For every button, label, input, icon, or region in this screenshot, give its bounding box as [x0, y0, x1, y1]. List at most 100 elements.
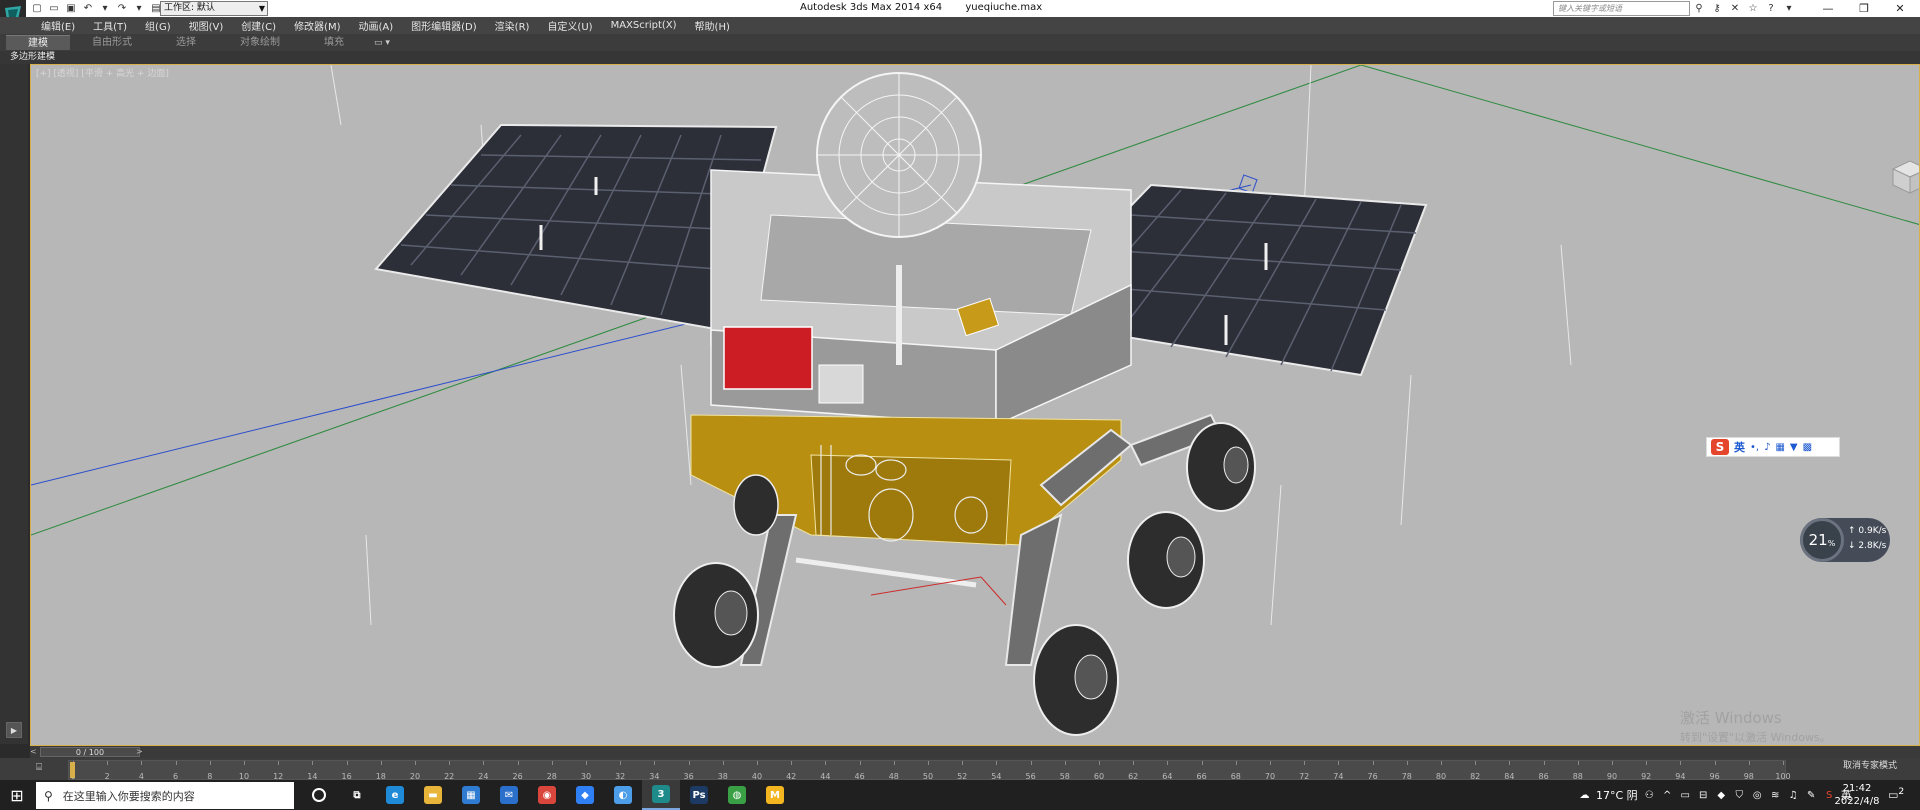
timeline-tick [107, 761, 109, 765]
taskbar-app-feishu[interactable]: ◆ [566, 780, 604, 810]
time-slider-thumb[interactable]: 0 / 100 [40, 747, 140, 757]
clock-date: 2022/4/8 [1834, 796, 1880, 807]
keyboard-icon[interactable]: ▦ [1775, 442, 1784, 453]
timeline-tick [1235, 761, 1237, 765]
app-tray-icon-1[interactable]: ◆ [1715, 789, 1728, 802]
undo-dropdown-icon[interactable]: ▾ [98, 2, 112, 16]
menu-view[interactable]: 视图(V) [180, 18, 233, 33]
toolbox-icon[interactable]: ▩ [1803, 442, 1812, 453]
menu-help[interactable]: 帮助(H) [686, 18, 739, 33]
menu-animation[interactable]: 动画(A) [350, 18, 403, 33]
time-slider-track[interactable] [30, 746, 1920, 758]
notification-center-icon[interactable]: ▭2 [1888, 786, 1908, 806]
viewport-label[interactable]: [+] [透视] [平滑 + 高光 + 边面] [36, 66, 169, 79]
tab-object-paint[interactable]: 对象绘制 [218, 35, 302, 50]
taskbar-app-app-blue[interactable]: ◐ [604, 780, 642, 810]
timeline-tick [1372, 761, 1374, 765]
menu-create[interactable]: 创建(C) [232, 18, 285, 33]
taskbar-search-input[interactable]: ⚲ 在这里输入你要搜索的内容 [36, 782, 294, 809]
sogou-logo-icon[interactable]: S [1711, 439, 1729, 455]
edge-icon: e [386, 786, 404, 804]
app-tray-icon-2[interactable]: ◎ [1751, 789, 1764, 802]
current-frame-marker[interactable] [70, 762, 75, 778]
menu-rendering[interactable]: 渲染(R) [486, 18, 539, 33]
punctuation-icon[interactable]: •, [1750, 442, 1759, 453]
ribbon-tabs: 建模 自由形式 选择 对象绘制 填充 ▭ ▾ [0, 34, 1920, 51]
taskbar-app-mail[interactable]: ✉ [490, 780, 528, 810]
binoculars-icon[interactable]: ⚲ [1692, 2, 1706, 16]
redo-icon[interactable]: ↷ [115, 2, 129, 16]
wifi-icon[interactable]: ≋ [1769, 789, 1782, 802]
tab-freeform[interactable]: 自由形式 [70, 35, 154, 50]
mini-curve-editor-icon[interactable]: ⌸ [36, 762, 54, 776]
help-icon[interactable]: ? [1764, 2, 1778, 16]
ime-language[interactable]: 英 [1734, 439, 1745, 455]
perspective-viewport[interactable]: z x y [30, 64, 1920, 746]
skin-icon[interactable]: ▼ [1790, 442, 1798, 453]
timeline-tick [346, 761, 348, 765]
menu-maxscript[interactable]: MAXScript(X) [602, 20, 686, 31]
taskbar-app-edge[interactable]: e [376, 780, 414, 810]
wheel-mid-right [1127, 511, 1205, 609]
cancel-expert-mode-button[interactable]: 取消专家模式 [1843, 758, 1897, 771]
tab-selection[interactable]: 选择 [154, 35, 218, 50]
mail-icon: ✉ [500, 786, 518, 804]
menu-edit[interactable]: 编辑(E) [32, 18, 84, 33]
taskbar-search-placeholder: 在这里输入你要搜索的内容 [62, 789, 195, 803]
viewcube-icon[interactable] [1887, 157, 1920, 197]
next-frame-icon[interactable]: > [136, 747, 146, 757]
microphone-icon[interactable]: ♪ [1764, 442, 1770, 453]
expand-panel-icon[interactable]: ▶ [6, 722, 22, 738]
taskbar-app-photoshop[interactable]: Ps [680, 780, 718, 810]
pen-icon[interactable]: ✎ [1805, 789, 1818, 802]
ime-toolbar[interactable]: S 英 •, ♪ ▦ ▼ ▩ [1706, 437, 1840, 457]
restore-icon[interactable]: ❐ [1846, 0, 1882, 17]
network-icon[interactable]: ⊟ [1697, 789, 1710, 802]
explorer-icon: ▬ [424, 786, 442, 804]
battery-icon[interactable]: ▭ [1679, 789, 1692, 802]
show-hidden-icon[interactable]: ^ [1661, 789, 1674, 802]
menu-customize[interactable]: 自定义(U) [538, 18, 601, 33]
save-file-icon[interactable]: ▣ [64, 2, 78, 16]
menu-bar: 编辑(E) 工具(T) 组(G) 视图(V) 创建(C) 修改器(M) 动画(A… [0, 17, 1920, 34]
people-icon[interactable]: ⚇ [1643, 789, 1656, 802]
menu-modifiers[interactable]: 修改器(M) [285, 18, 349, 33]
taskbar-app-explorer[interactable]: ▬ [414, 780, 452, 810]
taskbar-clock[interactable]: 21:42 2022/4/8 [1830, 782, 1884, 808]
new-file-icon[interactable]: ▢ [30, 2, 44, 16]
tab-modeling[interactable]: 建模 [6, 35, 70, 50]
previous-frame-icon[interactable]: < [30, 747, 40, 757]
star-icon[interactable]: ☆ [1746, 2, 1760, 16]
timeline-tick [415, 761, 416, 765]
task-view-icon[interactable]: ⧉ [338, 780, 376, 810]
menu-tools[interactable]: 工具(T) [84, 18, 136, 33]
taskbar-app-app-yellow[interactable]: M [756, 780, 794, 810]
shield-icon[interactable]: ⛉ [1733, 789, 1746, 802]
taskbar-app-browser-green[interactable]: ◍ [718, 780, 756, 810]
tab-populate[interactable]: 填充 [302, 35, 366, 50]
key-icon[interactable]: ⚷ [1710, 2, 1724, 16]
help-dropdown-icon[interactable]: ▾ [1782, 2, 1796, 16]
tools-icon[interactable]: ✕ [1728, 2, 1742, 16]
windows-start-icon[interactable]: ⊞ [4, 783, 30, 807]
open-file-icon[interactable]: ▭ [47, 2, 61, 16]
download-speed: ↓ 2.8K/s [1848, 541, 1887, 551]
redo-dropdown-icon[interactable]: ▾ [132, 2, 146, 16]
taskbar-app-3dsmax[interactable]: 3 [642, 780, 680, 810]
ribbon-options-icon[interactable]: ▭ ▾ [374, 38, 390, 48]
menu-group[interactable]: 组(G) [136, 18, 180, 33]
menu-graph-editors[interactable]: 图形编辑器(D) [402, 18, 486, 33]
taskbar-app-chrome[interactable]: ◉ [528, 780, 566, 810]
weather-text[interactable]: 17°C 阴 [1596, 787, 1638, 803]
polygon-modeling-label[interactable]: 多边形建模 [10, 51, 55, 63]
help-search-input[interactable]: 键入关键字或短语 [1553, 1, 1690, 16]
minimize-icon[interactable]: — [1810, 0, 1846, 17]
close-icon[interactable]: ✕ [1882, 0, 1918, 17]
taskbar-app-store[interactable]: ▦ [452, 780, 490, 810]
timeline-tick [551, 761, 553, 765]
workspace-select[interactable]: 工作区: 默认 ▼ [160, 1, 268, 16]
trackbar-ruler[interactable]: 0246810121416182022242628303234363840424… [68, 760, 1791, 781]
volume-icon[interactable]: ♫ [1787, 789, 1800, 802]
cortana-icon[interactable] [300, 780, 338, 810]
undo-icon[interactable]: ↶ [81, 2, 95, 16]
